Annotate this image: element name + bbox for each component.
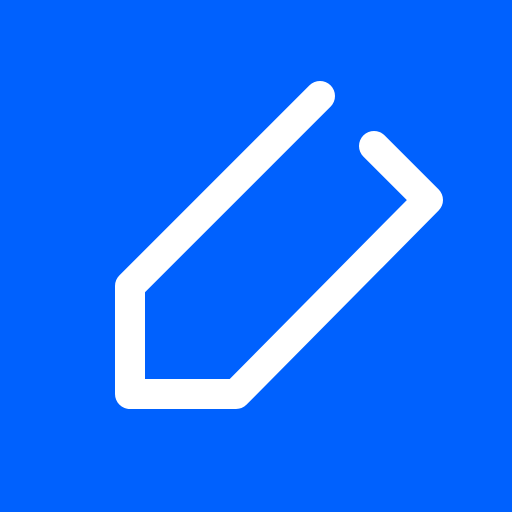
edit-app-icon[interactable] bbox=[0, 0, 512, 512]
pencil-edit-icon bbox=[115, 81, 443, 409]
pencil-outline bbox=[115, 81, 443, 409]
